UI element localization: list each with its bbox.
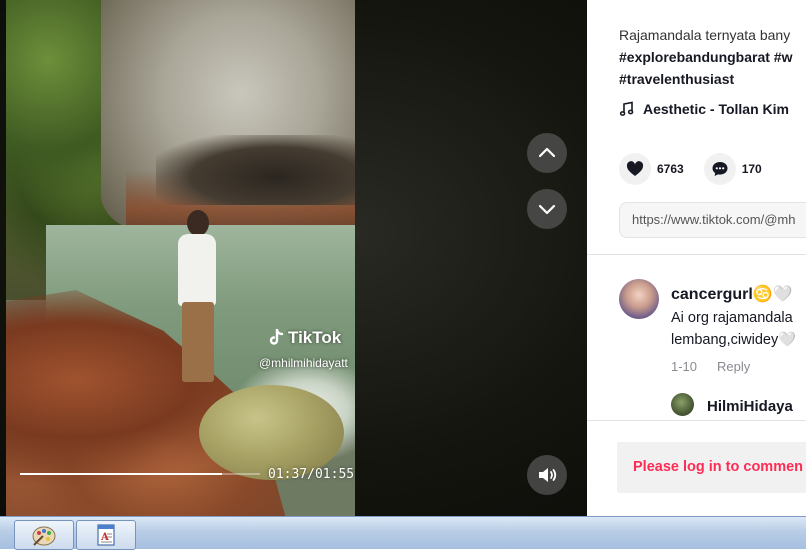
volume-button[interactable] (527, 455, 567, 495)
caption-text: Rajamandala ternyata bany (619, 27, 791, 43)
video-boulder (199, 385, 344, 480)
comment-username[interactable]: cancergurl♋🤍 (671, 284, 793, 304)
divider (587, 254, 806, 255)
progress-bar[interactable] (20, 473, 260, 475)
divider (587, 420, 806, 421)
reply-username[interactable]: HilmiHidaya (707, 398, 793, 415)
video-person (174, 210, 224, 390)
taskbar-wordpad-button[interactable]: A (76, 520, 136, 550)
reply-avatar[interactable] (671, 393, 694, 416)
paint-palette-icon (32, 526, 56, 546)
video-cave (156, 135, 355, 205)
taskbar: A (0, 516, 806, 550)
comment-button[interactable] (703, 153, 736, 185)
wordpad-icon: A (97, 524, 115, 546)
next-video-button[interactable] (527, 189, 567, 229)
caption-hashtag-travel[interactable]: #travelenthusiast (619, 68, 806, 90)
reply-button[interactable]: Reply (717, 359, 750, 374)
taskbar-paint-button[interactable] (14, 520, 74, 550)
login-prompt[interactable]: Please log in to commen (617, 442, 806, 493)
comment-count: 170 (741, 162, 762, 176)
music-title: Aesthetic - Tollan Kim (643, 101, 789, 117)
music-link[interactable]: Aesthetic - Tollan Kim (619, 101, 789, 117)
video-link-field[interactable]: https://www.tiktok.com/@mh (619, 202, 806, 238)
comment-text-line: Ai org rajamandala (671, 310, 793, 326)
comment-date: 1-10 (671, 359, 698, 374)
watermark-username: @mhilmihidayatt (259, 356, 348, 370)
action-bar: 6763 170 (619, 153, 782, 185)
caption-hashtags[interactable]: #explorebandungbarat #w (619, 46, 806, 68)
progress-fill (20, 473, 222, 475)
comment-text-line: lembang,ciwidey🤍 (671, 332, 797, 348)
like-count: 6763 (657, 162, 684, 176)
comment-icon (712, 162, 728, 176)
login-prompt-text[interactable]: Please log in to commen (633, 459, 803, 475)
progress-time: 01:37/01:55 (268, 467, 355, 482)
chevron-down-icon (538, 204, 556, 215)
avatar[interactable] (619, 279, 659, 319)
previous-video-button[interactable] (527, 133, 567, 173)
tiktok-logo-icon (269, 329, 284, 345)
details-panel: Rajamandala ternyata bany #explorebandun… (587, 0, 806, 516)
video-caption: Rajamandala ternyata bany #explorebandun… (619, 24, 806, 90)
comment-text: Ai org rajamandala lembang,ciwidey🤍 (671, 307, 796, 351)
watermark-brand: TikTok (288, 328, 342, 347)
chevron-up-icon (538, 147, 556, 158)
tiktok-watermark: TikTok (268, 328, 341, 348)
music-note-icon (619, 101, 634, 116)
volume-icon (539, 468, 557, 482)
video-frame[interactable]: TikTok @mhilmihidayatt 01:37/01:55 (6, 0, 355, 516)
video-player[interactable]: TikTok @mhilmihidayatt 01:37/01:55 (0, 0, 587, 516)
heart-icon (626, 161, 644, 176)
like-button[interactable] (619, 153, 651, 185)
